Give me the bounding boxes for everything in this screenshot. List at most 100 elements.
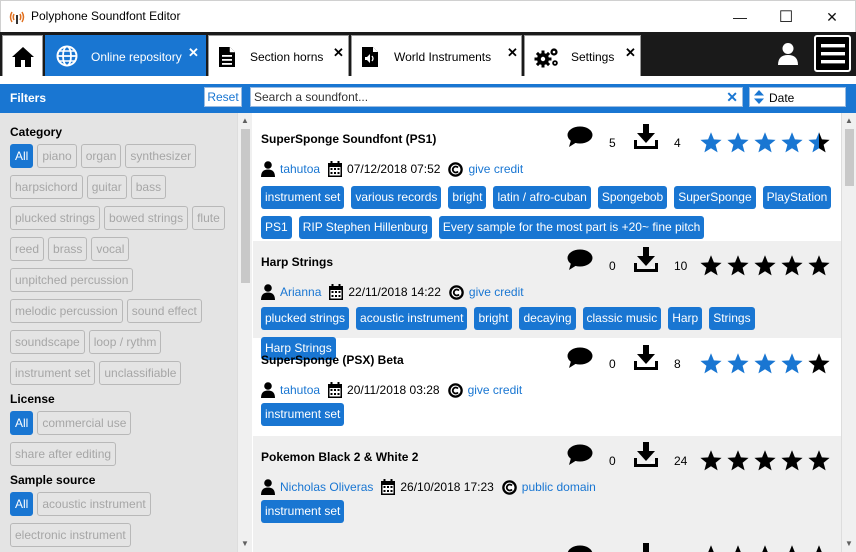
star-icon[interactable] bbox=[807, 544, 831, 552]
tag-chip[interactable]: Spongebob bbox=[597, 186, 668, 209]
star-icon[interactable] bbox=[726, 544, 750, 552]
filter-chip[interactable]: guitar bbox=[86, 175, 127, 199]
filter-chip[interactable]: vocal bbox=[91, 237, 130, 261]
soundfont-item[interactable]: Pokemon Black 2 & White 2 0 24 Nicholas Oli… bbox=[253, 436, 841, 533]
rating-stars[interactable] bbox=[699, 352, 831, 375]
filter-chip[interactable]: commercial use bbox=[37, 411, 132, 435]
star-icon[interactable] bbox=[807, 131, 831, 154]
author-link[interactable]: tahutoa bbox=[280, 383, 320, 397]
soundfont-name[interactable]: Harp Strings bbox=[261, 255, 333, 269]
tab-section-horns[interactable]: Section horns ✕ bbox=[208, 35, 349, 76]
filter-chip[interactable]: electronic instrument bbox=[10, 523, 131, 547]
star-icon[interactable] bbox=[753, 449, 777, 472]
filter-chip[interactable]: All bbox=[10, 492, 34, 516]
filter-chip[interactable]: organ bbox=[80, 144, 122, 168]
scroll-up-icon[interactable]: ▲ bbox=[845, 116, 853, 125]
filter-chip[interactable]: loop / rythm bbox=[88, 330, 162, 354]
clear-search-icon[interactable]: ✕ bbox=[726, 88, 738, 106]
close-tab-icon[interactable]: ✕ bbox=[188, 45, 199, 61]
minimize-button[interactable]: — bbox=[717, 1, 763, 33]
scroll-down-icon[interactable]: ▼ bbox=[845, 539, 853, 548]
filter-chip[interactable]: synthesizer bbox=[125, 144, 197, 168]
close-tab-icon[interactable]: ✕ bbox=[507, 45, 518, 61]
filter-chip[interactable]: piano bbox=[37, 144, 77, 168]
filter-chip[interactable]: bowed strings bbox=[104, 206, 189, 230]
soundfont-item[interactable]: Harp Strings 0 10 Arianna 22/11/2018 14:22 gi… bbox=[253, 241, 841, 360]
soundfont-item[interactable]: SuperSponge (PSX) Beta 0 8 tahutoa 20/11/201… bbox=[253, 339, 841, 436]
reset-button[interactable]: Reset bbox=[204, 87, 242, 107]
tag-chip[interactable]: PS1 bbox=[261, 216, 292, 239]
tag-chip[interactable]: various records bbox=[351, 186, 442, 209]
author-link[interactable]: tahutoa bbox=[280, 162, 320, 176]
star-icon[interactable] bbox=[699, 352, 723, 375]
tag-chip[interactable]: PlayStation bbox=[762, 186, 832, 209]
star-icon[interactable] bbox=[807, 352, 831, 375]
star-icon[interactable] bbox=[780, 449, 804, 472]
tag-chip[interactable]: plucked strings bbox=[261, 307, 350, 330]
sidebar-scrollbar[interactable]: ▲ ▼ bbox=[237, 113, 252, 552]
author-link[interactable]: Nicholas Oliveras bbox=[280, 480, 373, 494]
star-icon[interactable] bbox=[753, 131, 777, 154]
scrollbar-thumb[interactable] bbox=[845, 129, 854, 186]
user-account-button[interactable] bbox=[772, 40, 802, 70]
star-icon[interactable] bbox=[699, 131, 723, 154]
list-scrollbar[interactable]: ▲ ▼ bbox=[841, 113, 856, 552]
star-icon[interactable] bbox=[780, 254, 804, 277]
sort-select[interactable]: Date bbox=[749, 87, 846, 107]
close-tab-icon[interactable]: ✕ bbox=[333, 45, 344, 61]
tag-chip[interactable]: latin / afro-cuban bbox=[493, 186, 591, 209]
rating-stars[interactable] bbox=[699, 544, 831, 552]
tag-chip[interactable]: classic music bbox=[582, 307, 662, 330]
filter-chip[interactable]: unclassifiable bbox=[99, 361, 182, 385]
scrollbar-thumb[interactable] bbox=[241, 129, 250, 283]
soundfont-name[interactable]: Pokemon Black 2 & White 2 bbox=[261, 450, 418, 464]
author-link[interactable]: Arianna bbox=[280, 285, 321, 299]
tag-chip[interactable]: bright bbox=[448, 186, 487, 209]
filter-chip[interactable]: melodic percussion bbox=[10, 299, 123, 323]
star-icon[interactable] bbox=[753, 352, 777, 375]
filter-chip[interactable]: All bbox=[10, 144, 34, 168]
soundfont-name[interactable]: SuperSponge (PSX) Beta bbox=[261, 353, 404, 367]
tab-world-instruments[interactable]: World Instruments ✕ bbox=[351, 35, 522, 76]
star-icon[interactable] bbox=[726, 352, 750, 375]
star-icon[interactable] bbox=[753, 544, 777, 552]
maximize-button[interactable]: ☐ bbox=[763, 1, 809, 33]
filter-chip[interactable]: share after editing bbox=[10, 442, 117, 466]
tag-chip[interactable]: SuperSponge bbox=[674, 186, 756, 209]
license-link[interactable]: give credit bbox=[468, 162, 523, 176]
rating-stars[interactable] bbox=[699, 254, 831, 277]
tab-home[interactable] bbox=[2, 35, 43, 76]
tag-chip[interactable]: acoustic instrument bbox=[356, 307, 468, 330]
filter-chip[interactable]: instrument set bbox=[10, 361, 96, 385]
tag-chip[interactable]: instrument set bbox=[261, 186, 345, 209]
search-input[interactable] bbox=[251, 88, 721, 106]
soundfont-item[interactable]: SuperSponge Soundfont (PS1) 5 4 tahutoa 07/1… bbox=[253, 118, 841, 240]
soundfont-name[interactable]: SuperSponge Soundfont (PS1) bbox=[261, 132, 436, 146]
tag-chip[interactable]: Harp bbox=[668, 307, 703, 330]
filter-chip[interactable]: bass bbox=[130, 175, 167, 199]
tab-settings[interactable]: Settings ✕ bbox=[524, 35, 641, 76]
filter-chip[interactable]: soundscape bbox=[10, 330, 85, 354]
soundfont-item[interactable] bbox=[253, 533, 841, 552]
star-icon[interactable] bbox=[807, 449, 831, 472]
tag-chip[interactable]: Every sample for the most part is +20~ f… bbox=[438, 216, 705, 239]
star-icon[interactable] bbox=[726, 131, 750, 154]
scroll-up-icon[interactable]: ▲ bbox=[241, 116, 249, 125]
filter-chip[interactable]: unpitched percussion bbox=[10, 268, 134, 292]
license-link[interactable]: give credit bbox=[468, 383, 523, 397]
filter-chip[interactable]: flute bbox=[192, 206, 225, 230]
rating-stars[interactable] bbox=[699, 131, 831, 154]
star-icon[interactable] bbox=[753, 254, 777, 277]
scroll-down-icon[interactable]: ▼ bbox=[241, 539, 249, 548]
filter-chip[interactable]: harpsichord bbox=[10, 175, 83, 199]
star-icon[interactable] bbox=[699, 544, 723, 552]
star-icon[interactable] bbox=[780, 352, 804, 375]
close-window-button[interactable]: ✕ bbox=[809, 1, 855, 33]
filter-chip[interactable]: All bbox=[10, 411, 34, 435]
star-icon[interactable] bbox=[807, 254, 831, 277]
star-icon[interactable] bbox=[699, 449, 723, 472]
filter-chip[interactable]: brass bbox=[48, 237, 88, 261]
tab-online-repository[interactable]: Online repository ✕ bbox=[45, 35, 206, 76]
main-menu-button[interactable] bbox=[814, 35, 851, 72]
star-icon[interactable] bbox=[726, 449, 750, 472]
